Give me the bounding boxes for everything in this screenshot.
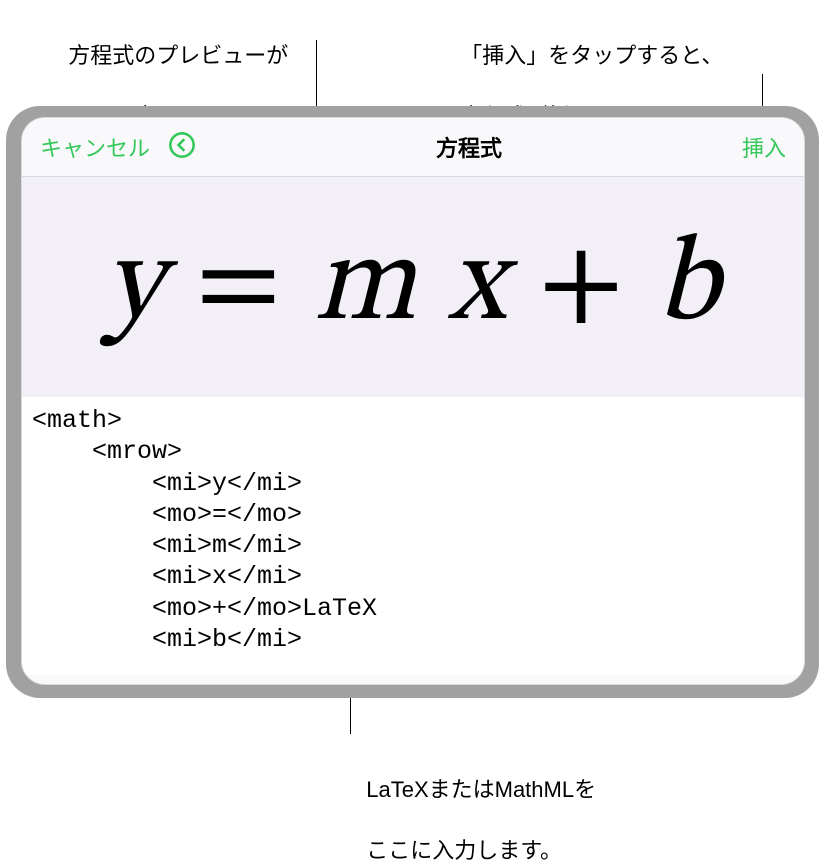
equation-preview: y = m x + b [22, 177, 804, 397]
code-line: <mo>+</mo>LaTeX [32, 593, 794, 624]
cancel-button[interactable]: キャンセル [40, 131, 150, 163]
annotation-line: LaTeXまたはMathMLを [366, 777, 596, 802]
annotation-line: ここに入力します。 [366, 838, 562, 863]
eq-var-x: x [448, 227, 507, 347]
eq-var-m: m [314, 227, 418, 347]
eq-var-y: y [105, 227, 165, 347]
topbar: キャンセル 方程式 挿入 [22, 118, 804, 177]
page-title: 方程式 [436, 131, 502, 163]
code-line: <mi>x</mi> [32, 561, 794, 592]
annotation-line: 「挿入」をタップすると、 [460, 43, 723, 68]
undo-button[interactable] [168, 131, 196, 164]
code-line: <mi>y</mi> [32, 468, 794, 499]
code-line: <mi>m</mi> [32, 530, 794, 561]
eq-var-b: b [656, 227, 721, 347]
code-line: <mi>b</mi> [32, 624, 794, 655]
equation-code-input[interactable]: <math> <mrow> <mi>y</mi> <mo>=</mo> <mi>… [22, 397, 804, 675]
eq-op-plus: + [538, 227, 626, 347]
code-line: <mrow> [32, 436, 794, 467]
undo-icon [168, 131, 196, 159]
code-line: <mo>=</mo> [32, 499, 794, 530]
equation-editor-panel: キャンセル 方程式 挿入 y = m x + b <math> [21, 117, 805, 685]
insert-button[interactable]: 挿入 [742, 131, 786, 163]
eq-op-equals: = [195, 227, 283, 347]
equation-rendered: y = m x + b [105, 212, 721, 362]
annotation-line: 方程式のプレビューが [68, 43, 288, 68]
topbar-left-group: キャンセル [40, 131, 196, 164]
code-line: <math> [32, 405, 794, 436]
annotation-code-hint: LaTeXまたはMathMLを ここに入力します。 [354, 744, 694, 867]
